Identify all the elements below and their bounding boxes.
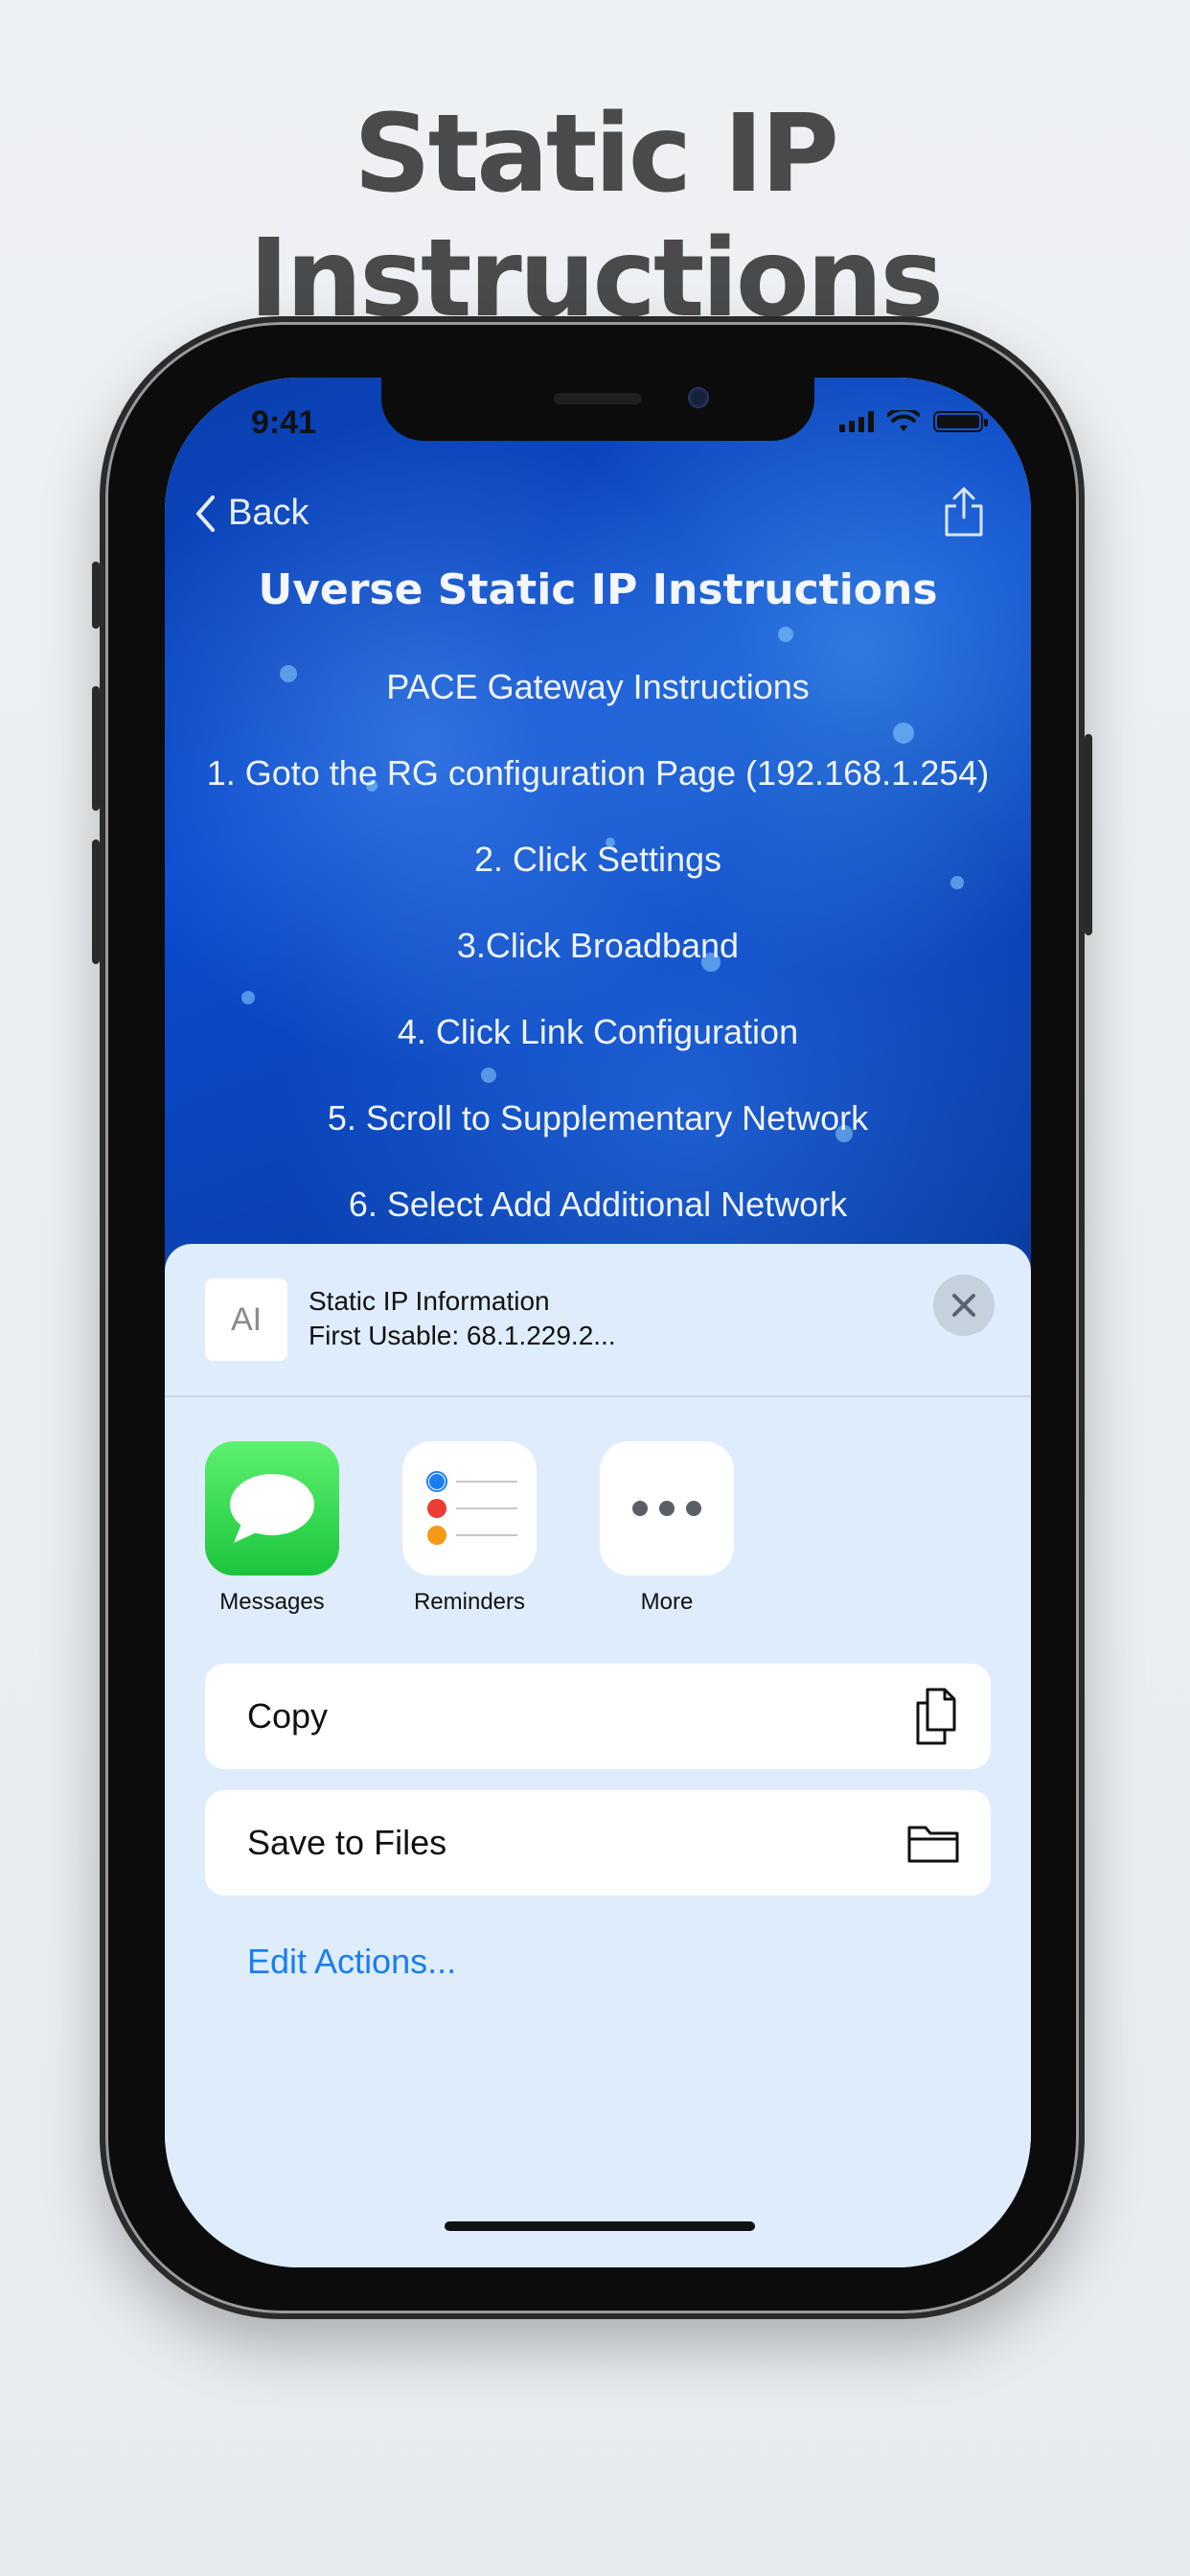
front-camera	[688, 387, 709, 408]
instruction-list: PACE Gateway Instructions 1. Goto the RG…	[165, 644, 1031, 1248]
share-item-title: Static IP Information	[309, 1286, 550, 1316]
instruction-line: 5. Scroll to Supplementary Network	[327, 1098, 869, 1138]
reminders-icon	[402, 1441, 537, 1576]
edit-actions-link[interactable]: Edit Actions...	[247, 1942, 456, 1982]
volume-down-button	[92, 840, 100, 964]
text-cursor-icon: AI	[230, 1300, 263, 1338]
app-label: Reminders	[413, 1589, 526, 1615]
phone-screen: 9:41 Back Uverse Static IP Instructions	[165, 378, 1031, 2267]
instruction-line: 3.Click Broadband	[456, 926, 740, 965]
wifi-icon	[887, 410, 920, 431]
messages-icon	[205, 1441, 339, 1576]
more-icon	[600, 1441, 734, 1576]
text-document-thumbnail: AI	[205, 1278, 287, 1361]
back-label: Back	[228, 493, 309, 533]
share-item-subtitle: First Usable: 68.1.229.2...	[309, 1321, 616, 1350]
copy-icon	[916, 1688, 956, 1745]
save-to-files-action[interactable]: Save to Files	[205, 1790, 991, 1896]
status-time: 9:41	[251, 404, 317, 441]
home-indicator[interactable]	[445, 2221, 755, 2231]
share-app-more[interactable]: More	[600, 1441, 734, 1616]
copy-action[interactable]: Copy	[205, 1664, 991, 1769]
share-app-messages[interactable]: Messages	[205, 1441, 339, 1616]
share-sheet-header: AI Static IP Information First Usable: 6…	[165, 1244, 1031, 1397]
share-icon[interactable]	[941, 485, 987, 539]
share-app-reminders[interactable]: Reminders	[402, 1441, 537, 1616]
volume-up-button	[92, 686, 100, 811]
mute-switch	[92, 562, 100, 629]
app-label: Messages	[219, 1589, 325, 1615]
status-indicators	[839, 410, 988, 433]
instruction-line: 1. Goto the RG configuration Page (192.1…	[206, 753, 990, 793]
chevron-left-icon	[196, 494, 215, 532]
close-button[interactable]	[933, 1275, 995, 1336]
power-button	[1085, 734, 1092, 935]
app-label: More	[640, 1589, 694, 1615]
back-button[interactable]: Back	[194, 493, 309, 534]
phone-frame: 9:41 Back Uverse Static IP Instructions	[92, 316, 1092, 2319]
action-label: Copy	[247, 1696, 329, 1736]
cellular-signal-icon	[839, 411, 874, 432]
share-sheet: AI Static IP Information First Usable: 6…	[165, 1244, 1031, 2267]
headline: Static IP Instructions	[248, 92, 944, 341]
notch	[381, 378, 814, 441]
instruction-line: PACE Gateway Instructions	[386, 667, 810, 706]
share-apps-row: Messages Reminders More	[205, 1441, 734, 1616]
action-label: Save to Files	[247, 1823, 447, 1862]
page-title: Uverse Static IP Instructions	[258, 565, 938, 614]
battery-icon	[933, 411, 988, 432]
speaker-grille	[554, 393, 642, 404]
instruction-line: 4. Click Link Configuration	[397, 1012, 799, 1051]
close-icon	[952, 1294, 975, 1317]
folder-icon	[907, 1826, 959, 1863]
instruction-line: 2. Click Settings	[473, 840, 722, 879]
instruction-line: 6. Select Add Additional Network	[348, 1184, 848, 1224]
